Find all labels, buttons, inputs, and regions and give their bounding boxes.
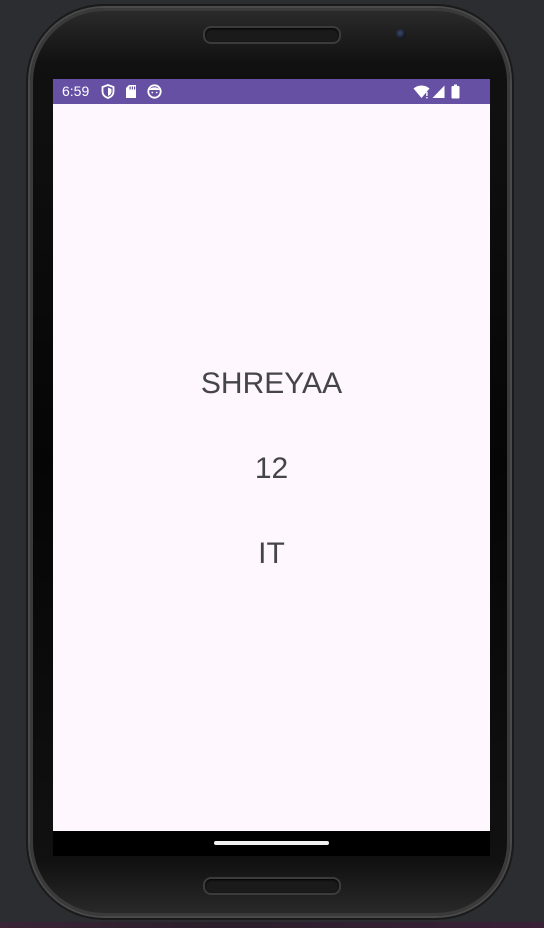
- signal-icon: [432, 85, 445, 98]
- department-text: IT: [258, 537, 285, 570]
- status-time: 6:59: [62, 83, 90, 99]
- wifi-icon: [413, 85, 430, 99]
- sd-card-icon: [126, 85, 136, 98]
- app-content: SHREYAA 12 IT: [53, 104, 490, 831]
- device-screen: 6:59 SHREYAA 12 IT: [53, 79, 490, 856]
- navigation-bar: [53, 831, 490, 856]
- shield-icon: [101, 84, 115, 99]
- front-camera: [396, 29, 406, 39]
- gesture-nav-handle[interactable]: [214, 841, 329, 845]
- name-text: SHREYAA: [200, 367, 343, 400]
- number-text: 12: [254, 452, 289, 485]
- battery-icon: [451, 84, 460, 99]
- bottom-speaker: [203, 877, 341, 895]
- earpiece-speaker: [203, 26, 341, 44]
- desktop-taskbar-strip: [0, 922, 544, 928]
- face-icon: [147, 84, 162, 99]
- status-bar: 6:59: [53, 79, 490, 104]
